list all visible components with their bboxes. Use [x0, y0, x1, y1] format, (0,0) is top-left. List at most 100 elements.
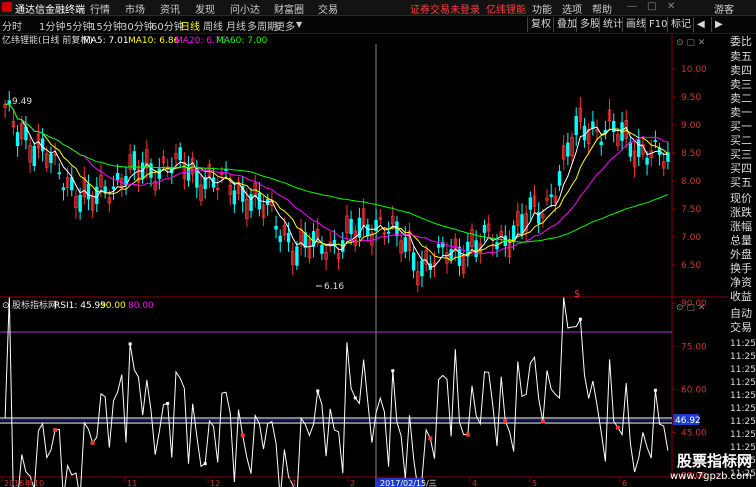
candle-body [411, 252, 416, 271]
rsi-point-dot [578, 317, 582, 321]
candle-body [520, 214, 524, 234]
menu-market[interactable]: 市场 [125, 1, 145, 16]
menu-wealth-circle[interactable]: 财富圈 [274, 1, 304, 16]
candle-body [274, 225, 278, 230]
rsi-point-dot [391, 369, 395, 373]
app-logo-icon [2, 2, 12, 12]
menu-quotes[interactable]: 行情 [90, 1, 110, 16]
more-chevron-icon[interactable]: ▼ [296, 20, 302, 29]
candle-body [103, 186, 107, 193]
candle-body [366, 224, 370, 237]
price-axis: 10.00 9.50 9.00 8.50 8.00 7.50 7.00 6.50 [672, 65, 707, 271]
quote-item: 现价 [730, 192, 752, 205]
panel-settings-icon[interactable]: ⊙ ▢ ✕ [676, 38, 705, 48]
candle-body [599, 141, 603, 146]
period-toolbar: 分时 1分钟 5分钟 15分钟 30分钟 60分钟 日线 周线 月线 多周期 更… [0, 16, 756, 34]
candle-body [566, 142, 570, 157]
price-tick-label: 7.50 [681, 205, 701, 215]
date-tick-label: 10 [34, 479, 44, 487]
candle-body [386, 231, 391, 234]
menu-trade[interactable]: 交易 [318, 1, 338, 16]
mark-button[interactable]: 标记 [667, 17, 694, 32]
candle-body [436, 244, 441, 248]
tick-time: 11:25 [730, 391, 756, 401]
menu-options[interactable]: 选项 [562, 1, 582, 16]
rsi-signal-dot [503, 418, 508, 423]
tick-time: 11:25 [730, 339, 756, 349]
candle-body [61, 187, 66, 190]
adjust-button[interactable]: 复权 [527, 17, 554, 32]
quote-item: 买一 [730, 120, 752, 133]
rsi-point-dot [128, 342, 132, 346]
candle-body [574, 116, 578, 136]
quote-item: 买二 [730, 134, 752, 147]
watermark-title: 股票指标网 [676, 452, 752, 470]
period-tab-15min[interactable]: 15分钟 [90, 18, 123, 33]
period-tab-week[interactable]: 周线 [203, 18, 223, 33]
chart-area[interactable]: 亿纬锂能(日线 前复权) MA5: 7.01 MA10: 6.86 MA20: … [0, 34, 728, 487]
rsi-signal-dot [53, 428, 58, 433]
quote-item: 买三 [730, 148, 752, 161]
stock-notice[interactable]: 亿纬锂能 [486, 1, 526, 16]
rsi-signal-dot [90, 440, 95, 445]
quote-item: 外盘 [730, 248, 752, 261]
ma10-line [5, 103, 669, 262]
indicator-tick-label: 45.00 [681, 428, 707, 438]
candle-body [482, 224, 487, 233]
candle-body [474, 240, 478, 258]
candle-body [637, 139, 641, 157]
price-tick-label: 8.00 [681, 177, 701, 187]
rsi-signal-dot [615, 425, 620, 430]
tick-time: 11:25 [730, 352, 756, 362]
user-name[interactable]: 游客 [714, 1, 734, 16]
event-marker: $ [574, 289, 580, 300]
menu-help[interactable]: 帮助 [592, 1, 612, 16]
menu-function[interactable]: 功能 [532, 1, 552, 16]
quote-item: 委比 [730, 35, 752, 48]
period-tab-day[interactable]: 日线 [180, 18, 200, 33]
period-tab-multi[interactable]: 多周期 [247, 18, 277, 33]
rsi-polyline [4, 297, 669, 487]
menu-ask-xiaoda[interactable]: 问小达 [230, 1, 260, 16]
rsi-point-dot [353, 396, 357, 400]
tick-time: 11:25 [730, 430, 756, 440]
rsi-signal-dot [428, 436, 433, 441]
period-tab-60min[interactable]: 60分钟 [151, 18, 184, 33]
candle-body [286, 232, 291, 243]
stock-label: 亿纬锂能(日线 前复权) [2, 34, 93, 46]
quote-item: 涨幅 [730, 220, 752, 233]
price-tick-label: 7.00 [681, 233, 701, 243]
auto-trade-label[interactable]: 自动 [730, 308, 752, 320]
date-tick-label: 4 [472, 479, 477, 487]
quote-side-panel: 委比 卖五 卖四 卖三 卖二 卖一 买一 买二 买三 买四 买五 现价 涨跌 涨… [728, 34, 756, 487]
maximize-icon[interactable]: □ [647, 1, 656, 12]
candle-body [653, 140, 658, 143]
prev-arrow-icon[interactable]: ◀ [693, 17, 708, 32]
tick-time: 11:25 [730, 365, 756, 375]
rsi-point-dot [653, 388, 657, 392]
candle-body [295, 246, 299, 266]
price-tick-label: 8.50 [681, 149, 701, 159]
trade-label[interactable]: 交易 [730, 322, 752, 334]
period-tab-month[interactable]: 月线 [226, 18, 246, 33]
menu-discover[interactable]: 发现 [195, 1, 215, 16]
period-tab-5min[interactable]: 5分钟 [66, 18, 92, 33]
date-tick-label: 2017/02/15/三 [380, 479, 437, 487]
quote-item: 卖四 [730, 64, 752, 77]
minimize-icon[interactable]: — [627, 1, 637, 12]
login-notice[interactable]: 证券交易未登录 [410, 1, 480, 16]
candle-body [278, 235, 282, 243]
close-icon[interactable]: ✕ [667, 1, 675, 12]
period-tab-30min[interactable]: 30分钟 [121, 18, 154, 33]
menu-news[interactable]: 资讯 [160, 1, 180, 16]
next-arrow-icon[interactable]: ▶ [711, 17, 726, 32]
candle-body [528, 197, 533, 210]
indicator-tick-label: 60.00 [681, 385, 707, 395]
period-tab-1min[interactable]: 1分钟 [39, 18, 65, 33]
candle-body [78, 194, 82, 212]
period-tab-more[interactable]: 更多 [275, 18, 295, 33]
period-tab-tick[interactable]: 分时 [2, 18, 22, 33]
price-tick-label: 9.00 [681, 121, 701, 131]
tick-time: 11:25 [730, 417, 756, 427]
candle-body [249, 194, 253, 211]
